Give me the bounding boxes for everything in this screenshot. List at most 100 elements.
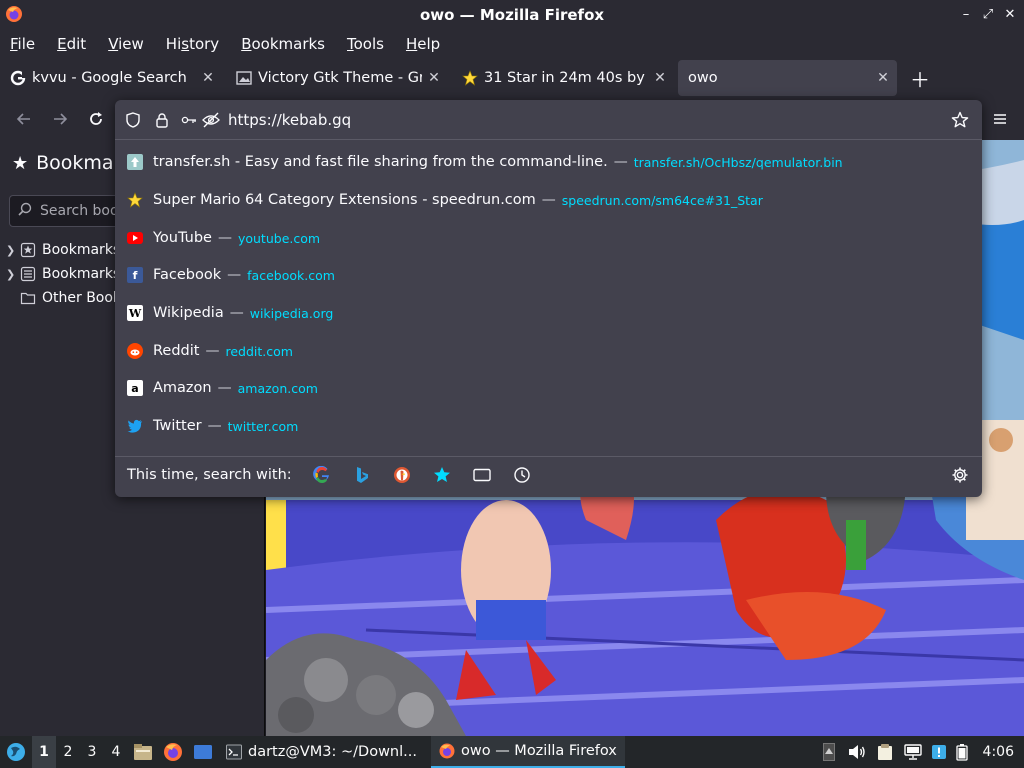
- suggestion-item[interactable]: Reddit — reddit.com: [115, 333, 982, 369]
- clock[interactable]: 4:06: [973, 736, 1024, 768]
- start-menu-button[interactable]: [0, 736, 32, 768]
- menu-tools[interactable]: Tools: [347, 35, 384, 53]
- firefox-icon: [439, 743, 455, 759]
- task-title: owo — Mozilla Firefox: [460, 743, 617, 759]
- twitter-icon: [127, 418, 143, 434]
- battery-icon[interactable]: [951, 736, 973, 768]
- google-icon[interactable]: [312, 465, 332, 485]
- workspace-1[interactable]: 1: [32, 736, 56, 768]
- star-icon: ★: [12, 152, 29, 174]
- app-menu-button[interactable]: [989, 108, 1011, 130]
- menu-edit[interactable]: Edit: [57, 35, 86, 53]
- google-icon: [10, 70, 26, 86]
- tracking-blocked-icon[interactable]: [201, 110, 221, 130]
- bookmark-star-icon[interactable]: [950, 110, 970, 130]
- workspace-2[interactable]: 2: [56, 736, 80, 768]
- menu-file[interactable]: File: [10, 35, 35, 53]
- reddit-icon: [127, 343, 143, 359]
- wikipedia-icon: W: [127, 305, 143, 321]
- suggestion-url: twitter.com: [227, 418, 299, 434]
- key-icon[interactable]: [181, 110, 197, 130]
- suggestion-item[interactable]: Super Mario 64 Category Extensions - spe…: [115, 182, 982, 218]
- suggestion-item[interactable]: f Facebook — facebook.com: [115, 257, 982, 293]
- reload-button[interactable]: [85, 108, 107, 130]
- menu-bookmarks[interactable]: Bookmarks: [241, 35, 325, 53]
- tab-owo[interactable]: owo ✕: [678, 60, 897, 96]
- separator: —: [227, 267, 242, 283]
- network-icon[interactable]: [899, 736, 927, 768]
- minimize-button[interactable]: –: [958, 4, 974, 24]
- url-input[interactable]: [228, 108, 928, 132]
- bookmarks-icon[interactable]: [432, 465, 452, 485]
- task-title: dartz@VM3: ~/Downl...: [248, 744, 417, 760]
- menu-view[interactable]: View: [108, 35, 144, 53]
- forward-button[interactable]: [49, 108, 71, 130]
- suggestion-item[interactable]: YouTube — youtube.com: [115, 220, 982, 256]
- chevron-right-icon[interactable]: ❯: [6, 268, 20, 281]
- window-title: owo — Mozilla Firefox: [419, 6, 605, 24]
- window-titlebar: owo — Mozilla Firefox – ⤢ ✕: [0, 0, 1024, 30]
- reload-icon: [90, 112, 102, 125]
- chevron-right-icon[interactable]: ❯: [6, 244, 20, 257]
- suggestion-item[interactable]: a Amazon — amazon.com: [115, 370, 982, 406]
- tab-close-icon[interactable]: ✕: [426, 69, 442, 87]
- clipboard-icon[interactable]: [871, 736, 899, 768]
- tabs-icon[interactable]: [472, 465, 492, 485]
- task-firefox[interactable]: owo — Mozilla Firefox: [430, 736, 625, 768]
- history-icon[interactable]: [512, 465, 532, 485]
- tab-strip: kvvu - Google Search ✕ Victory Gtk Theme…: [0, 58, 1024, 98]
- bing-icon[interactable]: [352, 465, 372, 485]
- notification-icon[interactable]: [927, 736, 951, 768]
- suggestion-item[interactable]: W Wikipedia — wikipedia.org: [115, 295, 982, 331]
- arrow-left-icon: [16, 113, 30, 125]
- shield-icon[interactable]: [123, 110, 143, 130]
- menu-help[interactable]: Help: [406, 35, 440, 53]
- tab-close-icon[interactable]: ✕: [652, 69, 668, 87]
- file-manager-icon: [134, 744, 152, 760]
- volume-icon[interactable]: [843, 736, 871, 768]
- lock-icon[interactable]: [152, 110, 172, 130]
- separator: —: [207, 418, 222, 434]
- folder-icon: [20, 290, 38, 306]
- new-tab-button[interactable]: ＋: [908, 66, 932, 92]
- menu-history[interactable]: History: [166, 35, 219, 53]
- search-engine-bar: This time, search with:: [115, 456, 982, 492]
- search-icon: [18, 202, 32, 220]
- star-icon: [462, 70, 478, 86]
- suggestion-title: Facebook: [153, 267, 222, 283]
- file-manager-launcher[interactable]: [128, 736, 158, 768]
- urlbar: [115, 100, 982, 140]
- transfer-icon: [127, 154, 143, 170]
- duckduckgo-icon[interactable]: [392, 465, 412, 485]
- suggestion-title: Reddit: [153, 343, 200, 359]
- suggestion-url: youtube.com: [237, 230, 321, 246]
- tab-close-icon[interactable]: ✕: [875, 69, 891, 87]
- tab-close-icon[interactable]: ✕: [200, 69, 216, 87]
- task-terminal[interactable]: dartz@VM3: ~/Downl...: [218, 736, 425, 768]
- terminal-icon: [226, 744, 242, 760]
- tab-victory-theme[interactable]: Victory Gtk Theme - Gnome-look.org ✕: [226, 60, 448, 96]
- workspace-3[interactable]: 3: [80, 736, 104, 768]
- hamburger-menu-icon: [994, 114, 1006, 124]
- suggestion-title: transfer.sh - Easy and fast file sharing…: [153, 154, 608, 170]
- show-desktop-launcher[interactable]: [188, 736, 218, 768]
- suggestion-url: amazon.com: [237, 380, 318, 396]
- separator: —: [205, 343, 220, 359]
- suggestion-title: Twitter: [153, 418, 202, 434]
- firefox-launcher[interactable]: [158, 736, 188, 768]
- tray-scroll-up-icon[interactable]: [815, 736, 843, 768]
- separator: —: [613, 154, 628, 170]
- suggestion-item[interactable]: transfer.sh - Easy and fast file sharing…: [115, 144, 982, 180]
- back-button[interactable]: [13, 108, 35, 130]
- taskbar: 1 2 3 4 dartz@VM3: ~/Downl... owo — Mozi…: [0, 736, 1024, 768]
- suggestion-item[interactable]: Twitter — twitter.com: [115, 408, 982, 444]
- firefox-icon: [164, 743, 182, 761]
- maximize-button[interactable]: ⤢: [980, 4, 996, 24]
- tab-speedrun[interactable]: 31 Star in 24m 40s by XiaoxiaoWeiChen ✕: [452, 60, 674, 96]
- tab-google-search[interactable]: kvvu - Google Search ✕: [0, 60, 222, 96]
- workspace-4[interactable]: 4: [104, 736, 128, 768]
- system-tray: 4:06: [815, 736, 1024, 768]
- gear-icon[interactable]: [950, 465, 970, 485]
- separator: —: [217, 230, 232, 246]
- close-button[interactable]: ✕: [1002, 4, 1018, 24]
